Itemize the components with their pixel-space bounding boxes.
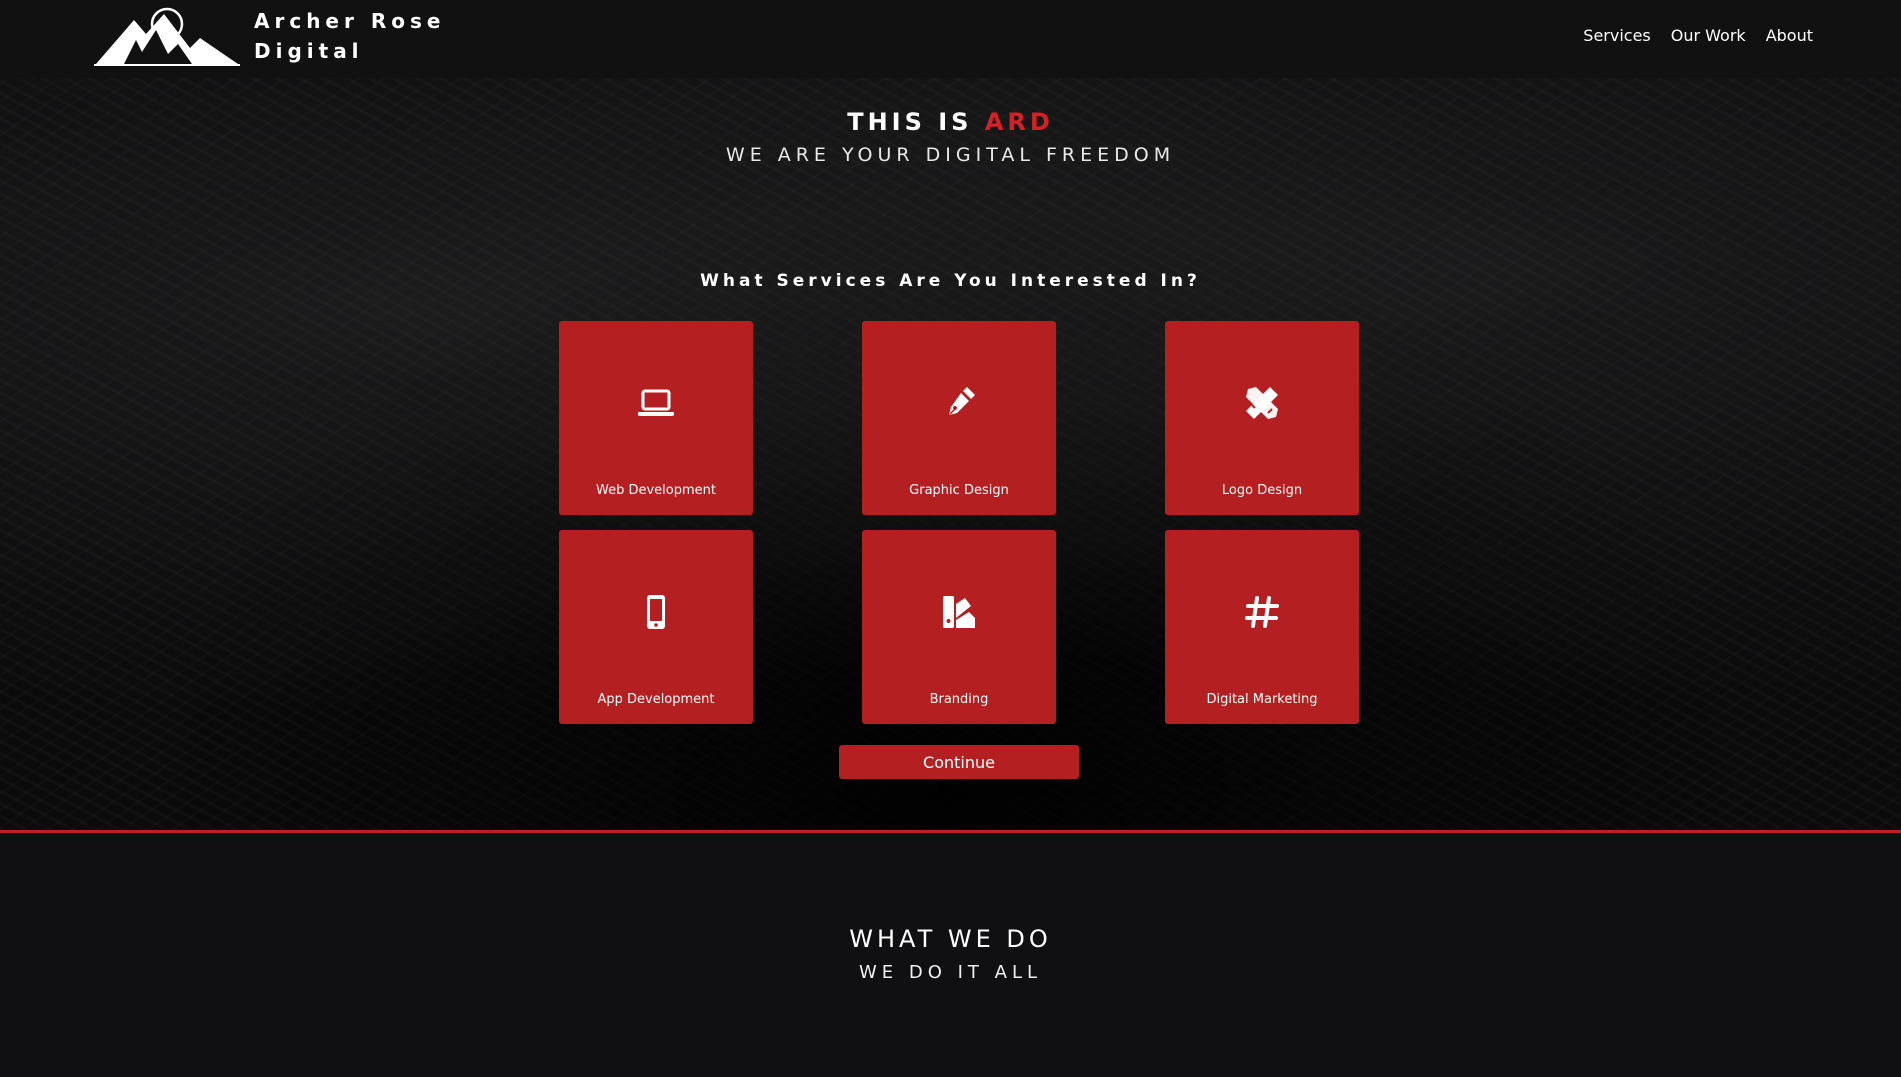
service-label: Logo Design [1221,483,1303,498]
pen-nib-icon [949,387,975,415]
nav-link-our-work[interactable]: Our Work [1671,26,1746,45]
service-label: Branding [929,692,989,707]
service-label: App Development [597,692,715,707]
service-label: Graphic Design [909,483,1009,498]
mountain-logo-icon[interactable] [94,4,240,66]
service-tile-web-development[interactable]: Web Development [559,321,753,515]
what-we-do-section: WHAT WE DO WE DO IT ALL [0,833,1901,1077]
hero-title: THIS IS ARD [0,108,1901,136]
main-nav: Services Our Work About [1583,26,1813,45]
service-tile-app-development[interactable]: App Development [559,530,753,724]
what-we-do-subtitle: WE DO IT ALL [858,962,1043,983]
brand-line-2: Digital [254,39,364,63]
hero-title-prefix: THIS IS [847,108,985,136]
service-label: Web Development [596,483,716,498]
service-tile-logo-design[interactable]: Logo Design [1165,321,1359,515]
continue-button[interactable]: Continue [839,745,1079,779]
service-tile-branding[interactable]: Branding [862,530,1056,724]
brand-name[interactable]: Archer Rose Digital [254,6,445,66]
laptop-icon [638,389,674,416]
top-navigation-bar: Archer Rose Digital Services Our Work Ab… [0,0,1901,78]
hero-title-accent: ARD [984,108,1054,136]
brand-line-1: Archer Rose [254,9,446,33]
services-question: What Services Are You Interested In? [700,271,1201,291]
swatchbook-icon [943,596,975,628]
hero-subtitle: WE ARE YOUR DIGITAL FREEDOM [725,144,1176,166]
service-label: Digital Marketing [1206,692,1318,707]
hero-section: THIS IS ARD WE ARE YOUR DIGITAL FREEDOM … [0,78,1901,830]
service-tile-digital-marketing[interactable]: Digital Marketing [1165,530,1359,724]
nav-link-about[interactable]: About [1766,26,1813,45]
hashtag-icon [1245,596,1279,628]
mobile-phone-icon [647,595,665,629]
nav-link-services[interactable]: Services [1583,26,1650,45]
what-we-do-title: WHAT WE DO [849,925,1052,953]
pencil-ruler-icon [1246,387,1278,419]
service-tile-graphic-design[interactable]: Graphic Design [862,321,1056,515]
